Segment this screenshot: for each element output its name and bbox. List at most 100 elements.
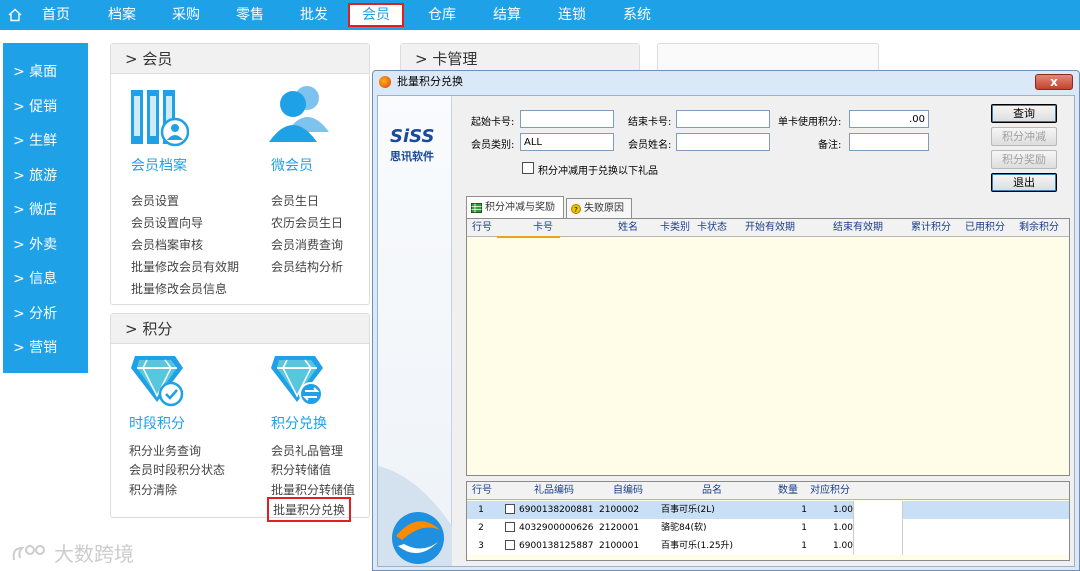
member-type-input[interactable] bbox=[520, 133, 614, 151]
remark-label: 备注: bbox=[818, 140, 842, 151]
sidebar-item-marketing[interactable]: > 营销 bbox=[3, 331, 88, 366]
gift-grid[interactable]: 行号 礼品编码 自编码 品名 数量 对应积分 1 6900138200881 2… bbox=[466, 481, 1070, 561]
nav-wholesale[interactable]: 批发 bbox=[298, 0, 330, 30]
nav-system[interactable]: 系统 bbox=[621, 0, 653, 30]
points-exchange-link[interactable]: 积分兑换 bbox=[271, 413, 327, 433]
member-structure-analysis-link[interactable]: 会员结构分析 bbox=[271, 258, 343, 275]
member-time-points-status-link[interactable]: 会员时段积分状态 bbox=[129, 461, 225, 478]
sidebar-item-microstore[interactable]: > 微店 bbox=[3, 193, 88, 228]
member-archive-icon[interactable] bbox=[129, 86, 190, 151]
gift-row-self-code: 2100001 bbox=[599, 541, 640, 551]
col-card-no[interactable]: 卡号 bbox=[497, 219, 589, 237]
time-points-link[interactable]: 时段积分 bbox=[129, 413, 185, 433]
tab-failure-reason-label: 失败原因 bbox=[584, 202, 624, 214]
member-name-label: 会员姓名: bbox=[628, 140, 672, 151]
member-gift-management-link[interactable]: 会员礼品管理 bbox=[271, 442, 343, 459]
gift-col-row-no[interactable]: 行号 bbox=[469, 482, 495, 500]
member-grid[interactable]: 行号 卡号 姓名 卡类别 卡状态 开始有效期 结束有效期 累计积分 已用积分 剩… bbox=[466, 218, 1070, 476]
col-end-validity[interactable]: 结束有效期 bbox=[823, 219, 893, 237]
sidebar-item-desktop[interactable]: > 桌面 bbox=[3, 55, 88, 90]
col-start-validity[interactable]: 开始有效期 bbox=[735, 219, 805, 237]
remark-input[interactable] bbox=[849, 133, 929, 151]
nav-retail[interactable]: 零售 bbox=[234, 0, 266, 30]
tab-strip: 积分冲减与奖励 ? 失败原因 bbox=[466, 196, 1066, 218]
col-used-points[interactable]: 已用积分 bbox=[961, 219, 1009, 237]
nav-archive[interactable]: 档案 bbox=[106, 0, 138, 30]
sidebar-item-takeout[interactable]: > 外卖 bbox=[3, 228, 88, 263]
sidebar-item-promotion[interactable]: > 促销 bbox=[3, 90, 88, 125]
member-grid-header: 行号 卡号 姓名 卡类别 卡状态 开始有效期 结束有效期 累计积分 已用积分 剩… bbox=[467, 219, 1069, 237]
col-total-points[interactable]: 累计积分 bbox=[907, 219, 955, 237]
points-exchange-icon[interactable] bbox=[269, 352, 327, 411]
single-card-points-input[interactable] bbox=[849, 110, 929, 128]
watermark: 大数跨境 bbox=[10, 538, 134, 567]
logo-column: SiSS 思讯软件 bbox=[378, 96, 452, 566]
micro-member-icon[interactable] bbox=[267, 82, 333, 147]
query-button[interactable]: 查询 bbox=[991, 104, 1057, 123]
nav-warehouse[interactable]: 仓库 bbox=[426, 0, 458, 30]
lunar-birthday-link[interactable]: 农历会员生日 bbox=[271, 214, 343, 231]
nav-member[interactable]: 会员 bbox=[348, 3, 404, 27]
start-card-input[interactable] bbox=[520, 110, 614, 128]
col-name[interactable]: 姓名 bbox=[605, 219, 651, 237]
points-offset-button[interactable]: 积分冲减 bbox=[991, 127, 1057, 146]
nav-purchase[interactable]: 采购 bbox=[170, 0, 202, 30]
tab-failure-reason[interactable]: ? 失败原因 bbox=[566, 198, 632, 218]
gift-row-checkbox[interactable] bbox=[505, 522, 515, 532]
member-archive-review-link[interactable]: 会员档案审核 bbox=[131, 236, 203, 253]
dialog-titlebar[interactable]: 批量积分兑换 bbox=[373, 71, 1079, 93]
sidebar-item-info[interactable]: > 信息 bbox=[3, 262, 88, 297]
member-consumption-query-link[interactable]: 会员消费查询 bbox=[271, 236, 343, 253]
time-points-icon[interactable] bbox=[129, 352, 187, 411]
gift-row-no: 2 bbox=[478, 523, 484, 533]
dialog-title: 批量积分兑换 bbox=[397, 75, 463, 88]
sidebar-item-fresh[interactable]: > 生鲜 bbox=[3, 124, 88, 159]
batch-points-to-balance-link[interactable]: 批量积分转储值 bbox=[271, 481, 355, 498]
batch-edit-validity-link[interactable]: 批量修改会员有效期 bbox=[131, 258, 239, 275]
gift-row-checkbox[interactable] bbox=[505, 540, 515, 550]
gift-row-no: 3 bbox=[478, 541, 484, 551]
end-card-input[interactable] bbox=[676, 110, 770, 128]
member-name-input[interactable] bbox=[676, 133, 770, 151]
points-to-balance-link[interactable]: 积分转储值 bbox=[271, 461, 331, 478]
exit-button[interactable]: 退出 bbox=[991, 173, 1057, 192]
close-button[interactable]: x bbox=[1035, 74, 1073, 90]
nav-chain[interactable]: 连锁 bbox=[556, 0, 588, 30]
gift-row-self-code: 2100002 bbox=[599, 505, 640, 515]
gift-col-self-code[interactable]: 自编码 bbox=[603, 482, 653, 500]
tab-offset-reward[interactable]: 积分冲减与奖励 bbox=[466, 196, 564, 218]
gift-col-qty[interactable]: 数量 bbox=[773, 482, 803, 500]
col-card-type[interactable]: 卡类别 bbox=[657, 219, 693, 237]
points-reward-button[interactable]: 积分奖励 bbox=[991, 150, 1057, 169]
gift-row[interactable]: 3 6900138125887 2100001 百事可乐(1.25升) 1 1.… bbox=[467, 537, 1069, 555]
gift-row[interactable]: 2 4032900000626 2120001 骆驼84(软) 1 1.00 bbox=[467, 519, 1069, 537]
col-row-no[interactable]: 行号 bbox=[469, 219, 495, 237]
points-business-query-link[interactable]: 积分业务查询 bbox=[129, 442, 201, 459]
gift-grid-empty-column bbox=[853, 501, 903, 555]
siss-logo: SiSS bbox=[390, 126, 435, 147]
sidebar-item-travel[interactable]: > 旅游 bbox=[3, 159, 88, 194]
nav-home[interactable]: 首页 bbox=[40, 0, 72, 30]
gift-row[interactable]: 1 6900138200881 2100002 百事可乐(2L) 1 1.00 bbox=[467, 501, 1069, 519]
col-card-status[interactable]: 卡状态 bbox=[693, 219, 731, 237]
gift-row-checkbox[interactable] bbox=[505, 504, 515, 514]
batch-points-exchange-link[interactable]: 批量积分兑换 bbox=[267, 497, 352, 522]
batch-edit-member-info-link[interactable]: 批量修改会员信息 bbox=[131, 280, 227, 297]
offset-for-gifts-checkbox[interactable] bbox=[522, 162, 534, 174]
col-remaining-points[interactable]: 剩余积分 bbox=[1015, 219, 1063, 237]
micro-member-link[interactable]: 微会员 bbox=[271, 155, 313, 175]
sidebar-item-analysis[interactable]: > 分析 bbox=[3, 297, 88, 332]
member-settings-link[interactable]: 会员设置 bbox=[131, 192, 179, 209]
watermark-text: 大数跨境 bbox=[54, 542, 134, 566]
member-archive-link[interactable]: 会员档案 bbox=[131, 155, 187, 175]
nav-settlement[interactable]: 结算 bbox=[491, 0, 523, 30]
member-birthday-link[interactable]: 会员生日 bbox=[271, 192, 319, 209]
gift-col-points[interactable]: 对应积分 bbox=[807, 482, 853, 500]
gift-col-name[interactable]: 品名 bbox=[657, 482, 767, 500]
gift-col-code[interactable]: 礼品编码 bbox=[507, 482, 601, 500]
gift-row-points: 1.00 bbox=[832, 505, 853, 515]
member-setup-wizard-link[interactable]: 会员设置向导 bbox=[131, 214, 203, 231]
gift-row-self-code: 2120001 bbox=[599, 523, 640, 533]
points-clear-link[interactable]: 积分清除 bbox=[129, 481, 177, 498]
home-icon[interactable] bbox=[4, 0, 26, 30]
